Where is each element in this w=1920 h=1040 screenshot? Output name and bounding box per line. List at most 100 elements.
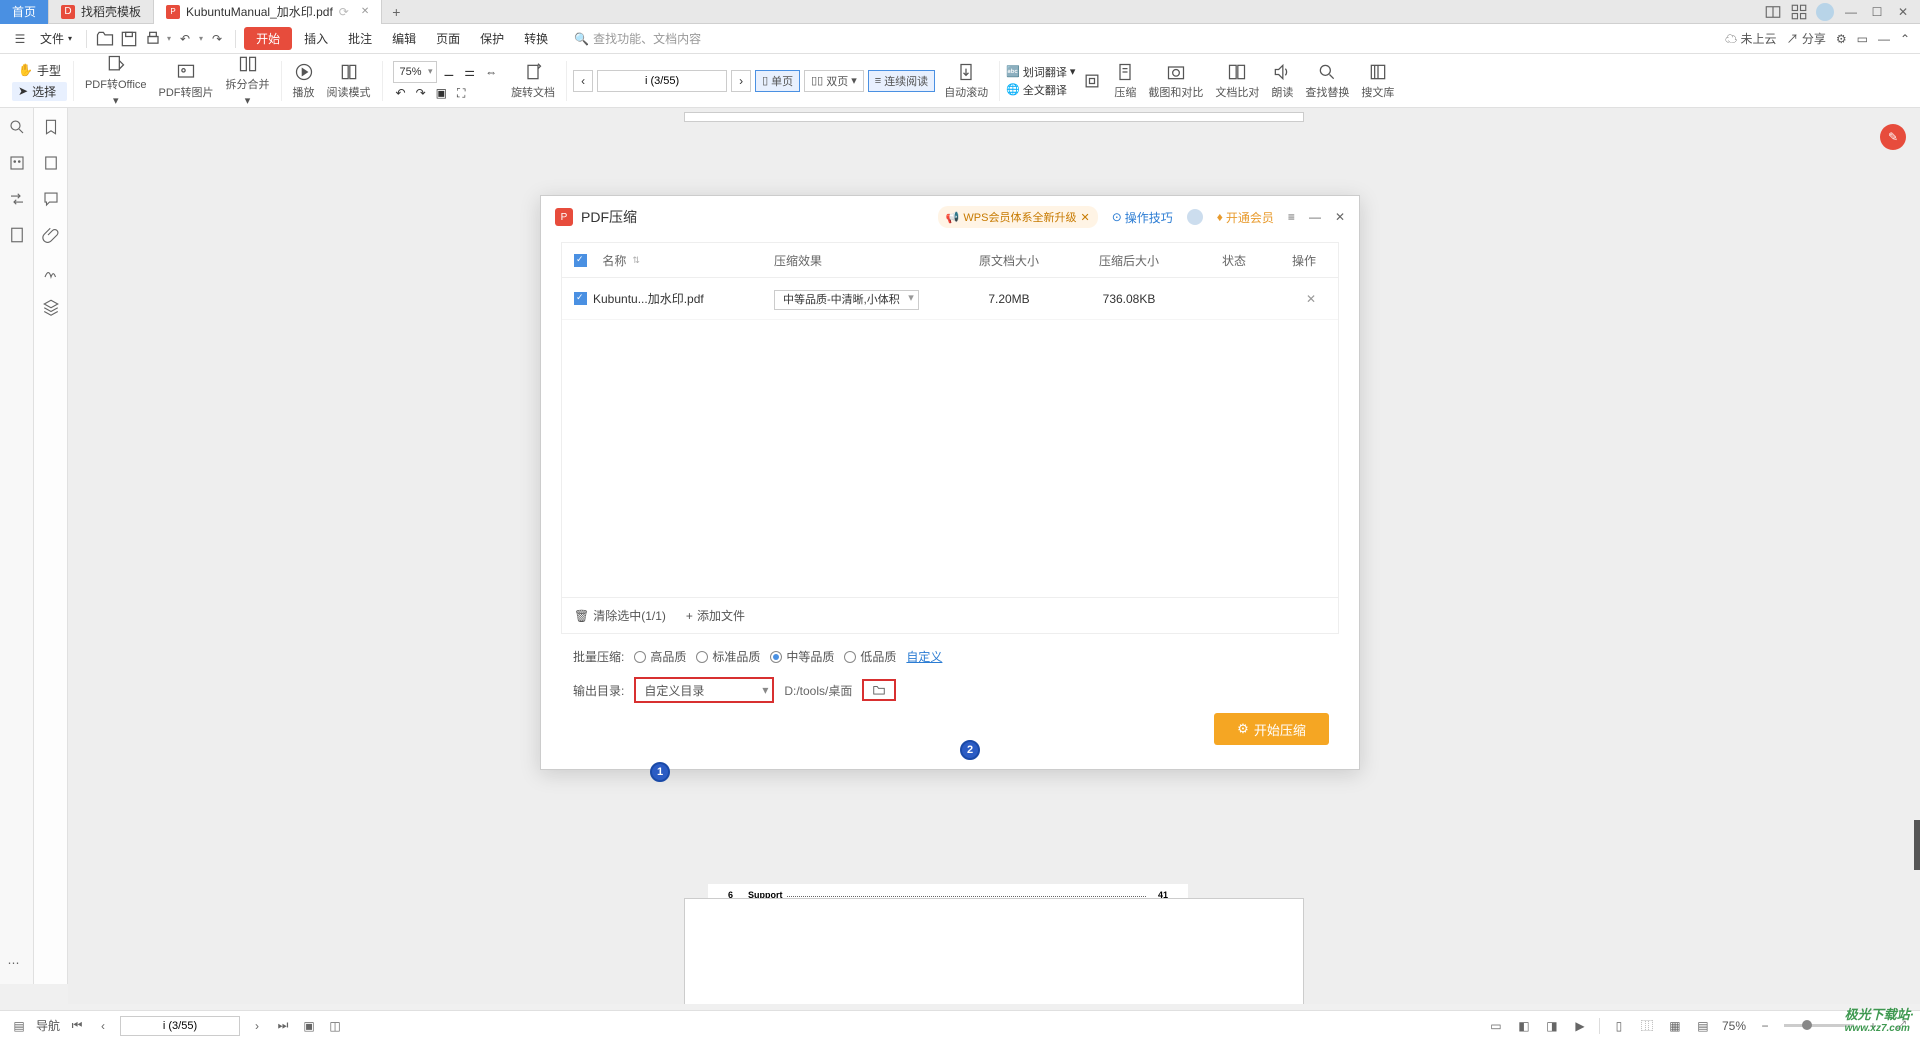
- layout1-icon[interactable]: ▯: [1610, 1017, 1628, 1035]
- window-close-icon[interactable]: ✕: [1894, 3, 1912, 21]
- settings-icon[interactable]: ⚙: [1836, 32, 1847, 46]
- layers-icon[interactable]: [42, 298, 60, 316]
- split-merge-button[interactable]: 拆分合并 ▾: [221, 54, 275, 108]
- view-mode1-icon[interactable]: ▭: [1487, 1017, 1505, 1035]
- outline-icon[interactable]: ▤: [10, 1017, 28, 1035]
- hand-mode[interactable]: ✋手型: [12, 61, 67, 80]
- signature-icon[interactable]: [42, 262, 60, 280]
- fit-width-icon[interactable]: ⇔: [482, 65, 500, 79]
- hamburger-menu-icon[interactable]: ☰: [10, 29, 30, 49]
- menu-insert[interactable]: 插入: [296, 27, 336, 50]
- compress-button[interactable]: 压缩: [1109, 54, 1141, 108]
- fit-icon[interactable]: ▣: [300, 1017, 318, 1035]
- quality-high-radio[interactable]: 高品质: [634, 648, 686, 665]
- user-avatar-icon[interactable]: [1816, 3, 1834, 21]
- menu-protect[interactable]: 保护: [472, 27, 512, 50]
- read-aloud-button[interactable]: 朗读: [1266, 54, 1298, 108]
- last-page-icon[interactable]: ⏭: [274, 1017, 292, 1035]
- fullscreen-icon[interactable]: ⛶: [454, 86, 468, 101]
- undo-icon[interactable]: ↶: [175, 29, 195, 49]
- library-button[interactable]: 搜文库: [1356, 54, 1399, 108]
- clear-selected-button[interactable]: 🗑清除选中(1/1): [574, 607, 666, 624]
- double-page-button[interactable]: ▯▯双页▾: [804, 70, 864, 92]
- attachment-icon[interactable]: [42, 226, 60, 244]
- tab-home[interactable]: 首页: [0, 0, 49, 24]
- window-mode-icon[interactable]: ▭: [1857, 32, 1868, 46]
- browse-folder-button[interactable]: [862, 679, 896, 701]
- next-page-icon[interactable]: ›: [248, 1017, 266, 1035]
- quality-medium-radio[interactable]: 中等品质: [770, 648, 834, 665]
- tab-add-button[interactable]: +: [382, 4, 410, 20]
- layout4-icon[interactable]: ▤: [1694, 1017, 1712, 1035]
- row-remove-icon[interactable]: ✕: [1306, 292, 1316, 306]
- rotate-left-icon[interactable]: ↶: [393, 86, 409, 100]
- global-search[interactable]: 🔍 查找功能、文档内容: [574, 30, 701, 47]
- full-translate-button[interactable]: 🌐全文翻译: [1006, 82, 1075, 98]
- view-mode3-icon[interactable]: ◨: [1543, 1017, 1561, 1035]
- dialog-minimize-icon[interactable]: —: [1309, 210, 1321, 224]
- menu-convert[interactable]: 转换: [516, 27, 556, 50]
- quality-standard-radio[interactable]: 标准品质: [696, 648, 760, 665]
- menu-page[interactable]: 页面: [428, 27, 468, 50]
- actual-size-icon[interactable]: ◫: [326, 1017, 344, 1035]
- play-button[interactable]: 播放: [288, 54, 320, 108]
- thumbnail-icon[interactable]: [42, 154, 60, 172]
- menu-review[interactable]: 批注: [340, 27, 380, 50]
- menu-start[interactable]: 开始: [244, 27, 292, 50]
- right-panel-handle[interactable]: [1914, 820, 1920, 870]
- first-page-icon[interactable]: ⏮: [68, 1017, 86, 1035]
- tab-close-icon[interactable]: ✕: [361, 6, 369, 17]
- add-file-button[interactable]: +添加文件: [686, 607, 745, 624]
- find-replace-button[interactable]: 查找替换: [1300, 54, 1354, 108]
- pdf-to-image-button[interactable]: PDF转图片: [154, 54, 219, 108]
- bottom-page-input[interactable]: [120, 1016, 240, 1036]
- rotate-right-icon[interactable]: ↷: [413, 86, 429, 100]
- compress-icon-button[interactable]: [1077, 54, 1107, 108]
- play-bottom-icon[interactable]: ▶: [1571, 1017, 1589, 1035]
- quality-low-radio[interactable]: 低品质: [844, 648, 896, 665]
- vip-link[interactable]: ♦ 开通会员: [1217, 209, 1274, 226]
- start-compress-button[interactable]: ⚙开始压缩: [1214, 713, 1329, 745]
- page-next-button[interactable]: ›: [731, 70, 751, 92]
- single-page-button[interactable]: ▯单页: [755, 70, 800, 92]
- window-maximize-icon[interactable]: ☐: [1868, 3, 1886, 21]
- save-icon[interactable]: [119, 29, 139, 49]
- tab-document[interactable]: P KubuntuManual_加水印.pdf ⟳ ✕: [154, 0, 382, 24]
- ai-sidebar-icon[interactable]: [8, 154, 26, 172]
- effect-select[interactable]: 中等品质-中清晰,小体积: [774, 290, 919, 310]
- zoom-in-icon[interactable]: ⚌: [461, 65, 478, 79]
- share-button[interactable]: ↗ 分享: [1786, 30, 1825, 47]
- layout2-icon[interactable]: ⿲: [1638, 1017, 1656, 1035]
- convert-sidebar-icon[interactable]: [8, 190, 26, 208]
- avatar-small-icon[interactable]: [1187, 209, 1203, 225]
- dict-translate-button[interactable]: 🔤划词翻译▾: [1006, 64, 1075, 80]
- search-sidebar-icon[interactable]: [8, 118, 26, 136]
- dialog-close-icon[interactable]: ✕: [1335, 210, 1345, 224]
- file-menu[interactable]: 文件 ▾: [34, 28, 78, 49]
- print-icon[interactable]: [143, 29, 163, 49]
- zoom-out-icon[interactable]: ⚊: [441, 65, 458, 79]
- custom-quality-link[interactable]: 自定义: [906, 648, 942, 665]
- more-sidebar-icon[interactable]: ⋯: [8, 956, 26, 974]
- floating-action-badge[interactable]: ✎: [1880, 124, 1906, 150]
- zoom-out-bottom-icon[interactable]: −: [1756, 1017, 1774, 1035]
- menu-edit[interactable]: 编辑: [384, 27, 424, 50]
- zoom-slider[interactable]: [1784, 1024, 1854, 1027]
- tips-link[interactable]: ⊙ 操作技巧: [1112, 209, 1173, 226]
- collapse-icon[interactable]: —: [1878, 32, 1890, 46]
- rotate-doc-button[interactable]: 旋转文档: [506, 54, 560, 108]
- bookmark-icon[interactable]: [42, 118, 60, 136]
- view-mode2-icon[interactable]: ◧: [1515, 1017, 1533, 1035]
- select-all-checkbox[interactable]: [574, 254, 587, 267]
- layout-icon[interactable]: [1764, 3, 1782, 21]
- cloud-status[interactable]: ☁ 未上云: [1725, 30, 1776, 47]
- page-sidebar-icon[interactable]: [8, 226, 26, 244]
- screenshot-button[interactable]: 截图和对比: [1143, 54, 1208, 108]
- chevron-up-icon[interactable]: ⌃: [1900, 32, 1910, 46]
- compare-button[interactable]: 文档比对: [1210, 54, 1264, 108]
- prev-page-icon[interactable]: ‹: [94, 1017, 112, 1035]
- pdf-to-office-button[interactable]: PDF转Office ▾: [80, 54, 152, 108]
- output-dir-select[interactable]: 自定义目录: [634, 677, 774, 703]
- continuous-button[interactable]: ≡连续阅读: [868, 70, 935, 92]
- promo-banner[interactable]: 📢 WPS会员体系全新升级 ✕: [938, 206, 1098, 228]
